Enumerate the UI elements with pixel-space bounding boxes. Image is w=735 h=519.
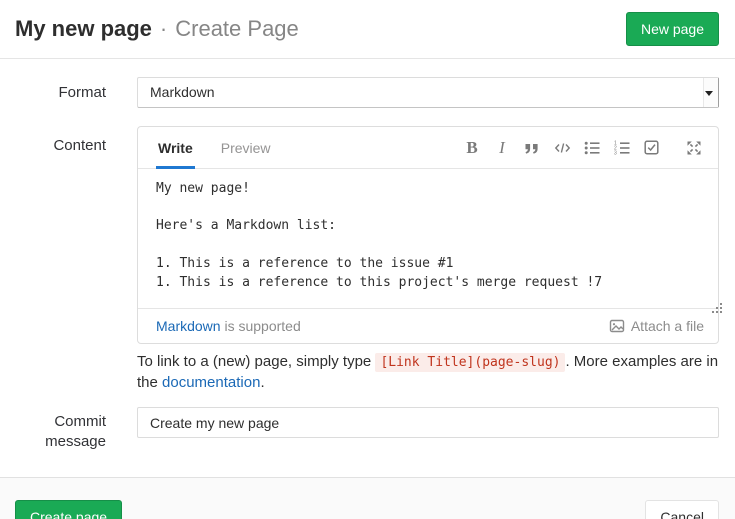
commit-message-label: Commit message xyxy=(15,407,106,452)
toolbar-icons: B I xyxy=(460,127,706,168)
task-list-button[interactable] xyxy=(640,134,664,162)
content-editor[interactable]: My new page! Here's a Markdown list: 1. … xyxy=(138,169,718,308)
page-title-name: My new page xyxy=(15,16,152,42)
svg-text:3: 3 xyxy=(614,150,617,155)
italic-button[interactable]: I xyxy=(490,134,514,162)
code-button[interactable] xyxy=(550,134,574,162)
fullscreen-icon xyxy=(686,140,702,156)
page-title-action: Create Page xyxy=(175,16,299,42)
commit-message-row: Commit message xyxy=(15,407,719,452)
tab-write[interactable]: Write xyxy=(156,127,195,168)
bullet-list-icon xyxy=(584,140,600,156)
code-icon xyxy=(554,140,571,156)
numbered-list-button[interactable]: 1 2 3 xyxy=(610,134,634,162)
bold-button[interactable]: B xyxy=(460,134,484,162)
title-separator: · xyxy=(160,16,167,42)
attach-file-button[interactable]: Attach a file xyxy=(609,318,704,334)
markdown-help-link[interactable]: Markdown xyxy=(156,318,221,334)
chevron-down-icon xyxy=(705,91,713,96)
cancel-button[interactable]: Cancel xyxy=(645,500,719,519)
create-page-button[interactable]: Create page xyxy=(15,500,122,519)
tab-preview[interactable]: Preview xyxy=(219,127,273,168)
resize-grip[interactable] xyxy=(712,303,714,305)
format-select[interactable]: Markdown xyxy=(137,77,719,108)
content-row: Content Write Preview B I xyxy=(15,126,719,407)
commit-message-input[interactable] xyxy=(137,407,719,438)
format-select-value: Markdown xyxy=(150,84,215,100)
fullscreen-button[interactable] xyxy=(682,134,706,162)
attach-image-icon xyxy=(609,318,625,334)
quote-icon xyxy=(524,140,540,156)
wiki-create-form: Format Markdown Content Write Preview B … xyxy=(0,59,735,452)
link-syntax-code: [Link Title](page-slug) xyxy=(375,353,565,372)
blockquote-button[interactable] xyxy=(520,134,544,162)
format-row: Format Markdown xyxy=(15,77,719,108)
format-label: Format xyxy=(15,77,106,108)
editor-footer: Markdown is supported Attach a file xyxy=(138,308,718,343)
content-label: Content xyxy=(15,126,106,407)
numbered-list-icon: 1 2 3 xyxy=(614,140,630,156)
task-list-icon xyxy=(644,140,660,156)
help-text-before: To link to a (new) page, simply type xyxy=(137,353,375,370)
markdown-supported-text: is supported xyxy=(221,318,301,334)
page-link-help-text: To link to a (new) page, simply type [Li… xyxy=(137,352,719,393)
new-page-button[interactable]: New page xyxy=(626,12,719,46)
italic-icon: I xyxy=(499,138,505,158)
markdown-editor: Write Preview B I xyxy=(137,126,719,344)
bold-icon: B xyxy=(466,138,477,158)
form-actions-bar: Create page Cancel xyxy=(0,477,735,519)
page-header: My new page · Create Page New page xyxy=(0,0,735,58)
documentation-link[interactable]: documentation xyxy=(162,374,260,391)
attach-file-label: Attach a file xyxy=(631,318,704,334)
help-text-period: . xyxy=(260,374,264,391)
page-title: My new page · Create Page xyxy=(15,16,299,42)
editor-toolbar: Write Preview B I xyxy=(138,127,718,169)
bullet-list-button[interactable] xyxy=(580,134,604,162)
